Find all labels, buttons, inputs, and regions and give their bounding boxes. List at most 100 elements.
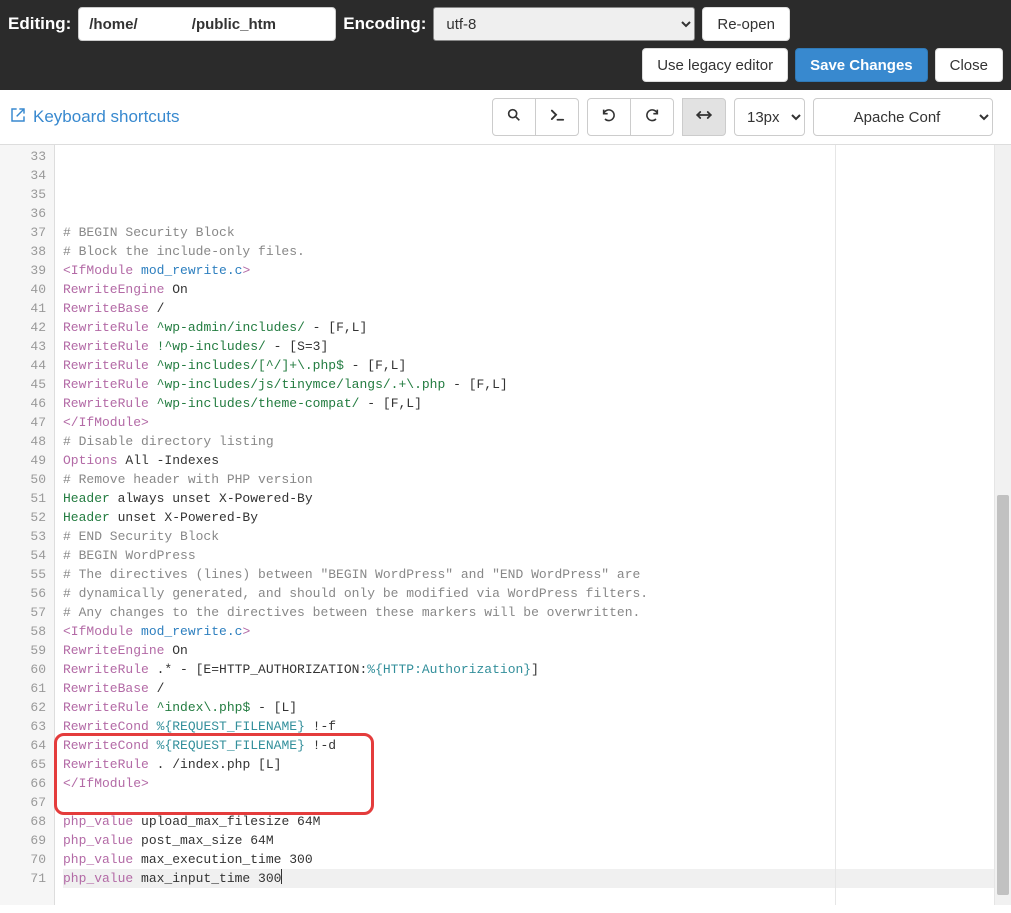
reopen-button[interactable]: Re-open <box>702 7 790 41</box>
encoding-label: Encoding: <box>343 14 426 34</box>
code-line[interactable]: php_value max_input_time 300 <box>63 869 994 888</box>
code-line[interactable]: </IfModule> <box>63 774 994 793</box>
code-line[interactable]: Header always unset X-Powered-By <box>63 489 994 508</box>
line-number: 61 <box>0 679 46 698</box>
code-line[interactable]: RewriteRule ^wp-admin/includes/ - [F,L] <box>63 318 994 337</box>
code-line[interactable]: RewriteEngine On <box>63 641 994 660</box>
code-line[interactable]: # Block the include-only files. <box>63 242 994 261</box>
keyboard-shortcuts-link[interactable]: Keyboard shortcuts <box>10 107 179 128</box>
code-line[interactable]: # Remove header with PHP version <box>63 470 994 489</box>
search-group <box>492 98 579 136</box>
editor-toolbar: Keyboard shortcuts 13px Apache Conf <box>0 90 1011 145</box>
code-line[interactable]: RewriteRule ^wp-includes/theme-compat/ -… <box>63 394 994 413</box>
search-button[interactable] <box>492 98 536 136</box>
undo-button[interactable] <box>587 98 631 136</box>
terminal-button[interactable] <box>535 98 579 136</box>
line-number: 43 <box>0 337 46 356</box>
vertical-scrollbar[interactable] <box>994 145 1011 905</box>
line-number: 47 <box>0 413 46 432</box>
code-line[interactable] <box>63 204 994 223</box>
text-cursor <box>281 869 282 884</box>
font-size-select[interactable]: 13px <box>734 98 805 136</box>
code-line[interactable]: RewriteCond %{REQUEST_FILENAME} !-d <box>63 736 994 755</box>
line-number: 52 <box>0 508 46 527</box>
code-line[interactable]: Header unset X-Powered-By <box>63 508 994 527</box>
line-number: 56 <box>0 584 46 603</box>
line-number: 54 <box>0 546 46 565</box>
encoding-select[interactable]: utf-8 <box>433 7 695 41</box>
code-line[interactable]: <IfModule mod_rewrite.c> <box>63 261 994 280</box>
arrows-horizontal-icon <box>695 106 713 128</box>
save-button[interactable]: Save Changes <box>795 48 928 82</box>
line-number: 48 <box>0 432 46 451</box>
code-line[interactable] <box>63 888 994 905</box>
line-number: 68 <box>0 812 46 831</box>
code-line[interactable]: RewriteBase / <box>63 679 994 698</box>
code-line[interactable]: php_value post_max_size 64M <box>63 831 994 850</box>
line-number: 60 <box>0 660 46 679</box>
code-line[interactable]: # Any changes to the directives between … <box>63 603 994 622</box>
line-number: 37 <box>0 223 46 242</box>
legacy-editor-button[interactable]: Use legacy editor <box>642 48 788 82</box>
print-margin <box>835 145 836 905</box>
code-line[interactable]: RewriteCond %{REQUEST_FILENAME} !-f <box>63 717 994 736</box>
line-number: 49 <box>0 451 46 470</box>
code-area[interactable]: # BEGIN Security Block# Block the includ… <box>55 145 994 905</box>
code-line[interactable]: # BEGIN WordPress <box>63 546 994 565</box>
code-line[interactable]: # BEGIN Security Block <box>63 223 994 242</box>
line-number: 39 <box>0 261 46 280</box>
line-number: 65 <box>0 755 46 774</box>
file-path-input[interactable] <box>78 7 336 41</box>
code-line[interactable]: <IfModule mod_rewrite.c> <box>63 622 994 641</box>
code-line[interactable]: # dynamically generated, and should only… <box>63 584 994 603</box>
code-line[interactable] <box>63 793 994 812</box>
line-number: 69 <box>0 831 46 850</box>
topbar-row2: Use legacy editor Save Changes Close <box>0 48 1011 90</box>
line-number: 53 <box>0 527 46 546</box>
code-line[interactable]: # END Security Block <box>63 527 994 546</box>
line-number: 62 <box>0 698 46 717</box>
line-number: 36 <box>0 204 46 223</box>
code-line[interactable]: RewriteRule ^wp-includes/js/tinymce/lang… <box>63 375 994 394</box>
code-line[interactable]: RewriteRule ^wp-includes/[^/]+\.php$ - [… <box>63 356 994 375</box>
keyboard-shortcuts-label: Keyboard shortcuts <box>33 107 179 127</box>
line-number-gutter: 3334353637383940414243444546474849505152… <box>0 145 55 905</box>
code-editor[interactable]: 3334353637383940414243444546474849505152… <box>0 145 1011 905</box>
code-line[interactable]: RewriteRule .* - [E=HTTP_AUTHORIZATION:%… <box>63 660 994 679</box>
code-line[interactable]: php_value max_execution_time 300 <box>63 850 994 869</box>
editing-label: Editing: <box>8 14 71 34</box>
code-line[interactable]: # The directives (lines) between "BEGIN … <box>63 565 994 584</box>
code-line[interactable]: Options All -Indexes <box>63 451 994 470</box>
redo-button[interactable] <box>630 98 674 136</box>
search-icon <box>506 107 522 127</box>
line-number: 35 <box>0 185 46 204</box>
syntax-select[interactable]: Apache Conf <box>813 98 993 136</box>
line-number: 70 <box>0 850 46 869</box>
code-line[interactable]: php_value upload_max_filesize 64M <box>63 812 994 831</box>
line-number: 33 <box>0 147 46 166</box>
scrollbar-thumb[interactable] <box>997 495 1009 895</box>
line-number: 51 <box>0 489 46 508</box>
line-number: 45 <box>0 375 46 394</box>
code-line[interactable]: # Disable directory listing <box>63 432 994 451</box>
line-number: 64 <box>0 736 46 755</box>
terminal-icon <box>549 107 566 128</box>
code-line[interactable]: RewriteRule !^wp-includes/ - [S=3] <box>63 337 994 356</box>
line-number: 50 <box>0 470 46 489</box>
line-number: 55 <box>0 565 46 584</box>
code-line[interactable]: </IfModule> <box>63 413 994 432</box>
code-line[interactable]: RewriteEngine On <box>63 280 994 299</box>
word-wrap-button[interactable] <box>682 98 726 136</box>
redo-icon <box>644 107 660 127</box>
code-line[interactable]: RewriteRule ^index\.php$ - [L] <box>63 698 994 717</box>
line-number: 44 <box>0 356 46 375</box>
line-number: 38 <box>0 242 46 261</box>
code-line[interactable]: RewriteBase / <box>63 299 994 318</box>
topbar-row1: Editing: Encoding: utf-8 Re-open <box>0 0 1011 48</box>
line-number: 63 <box>0 717 46 736</box>
close-button[interactable]: Close <box>935 48 1003 82</box>
line-number: 67 <box>0 793 46 812</box>
code-line[interactable]: RewriteRule . /index.php [L] <box>63 755 994 774</box>
line-number: 34 <box>0 166 46 185</box>
line-number: 41 <box>0 299 46 318</box>
